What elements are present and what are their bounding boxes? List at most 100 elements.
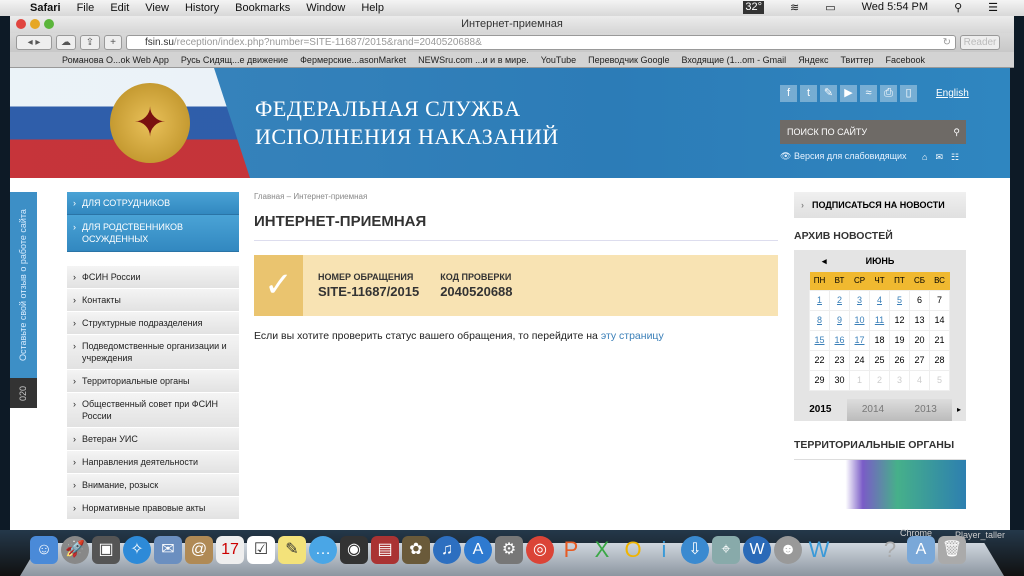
status-page-link[interactable]: эту страницу bbox=[601, 330, 664, 342]
home-icon[interactable]: ⌂ bbox=[922, 152, 927, 163]
calendar-day[interactable]: 4 bbox=[869, 289, 890, 311]
low-vision-link[interactable]: 👁 Версия для слабовидящих bbox=[780, 151, 907, 162]
youtube-icon[interactable]: ▶ bbox=[840, 85, 857, 102]
chrome-icon[interactable]: ◎ bbox=[526, 536, 554, 564]
address-bar[interactable]: fsin.su/reception/index.php?number=SITE-… bbox=[126, 35, 956, 50]
livejournal-icon[interactable]: ✎ bbox=[820, 85, 837, 102]
finder-icon[interactable]: ☺ bbox=[30, 536, 58, 564]
russia-map-image[interactable] bbox=[794, 458, 966, 509]
nav-item[interactable]: Структурные подразделения bbox=[67, 312, 239, 335]
menu-window[interactable]: Window bbox=[306, 2, 345, 14]
year-tab-2015[interactable]: 2015 bbox=[794, 398, 847, 421]
next-years-icon[interactable]: ▸ bbox=[952, 399, 966, 421]
calendar-day[interactable]: 15 bbox=[809, 329, 830, 351]
applications-folder-icon[interactable]: A bbox=[907, 536, 935, 564]
calendar-day[interactable]: 8 bbox=[809, 309, 830, 331]
year-tab-2014[interactable]: 2014 bbox=[846, 398, 900, 421]
sitemap-icon[interactable]: ☷ bbox=[951, 152, 959, 163]
android-file-transfer-icon[interactable]: ▣ bbox=[92, 536, 120, 564]
contacts-icon[interactable]: @ bbox=[185, 536, 213, 564]
clock[interactable]: Wed 5:54 PM bbox=[862, 1, 928, 14]
menu-safari[interactable]: Safari bbox=[30, 2, 61, 14]
bookmark[interactable]: Входящие (1...om - Gmail bbox=[682, 55, 787, 65]
alien-app-icon[interactable]: ☻ bbox=[774, 536, 802, 564]
bookmark[interactable]: Твиттер bbox=[840, 55, 873, 65]
share-icon[interactable]: ⇪ bbox=[80, 35, 100, 50]
notifications-icon[interactable]: ☰ bbox=[988, 1, 998, 14]
bookmark[interactable]: Яндекс bbox=[798, 55, 828, 65]
menu-edit[interactable]: Edit bbox=[110, 2, 129, 14]
calendar-day[interactable]: 1 bbox=[809, 289, 830, 311]
zoom-button[interactable] bbox=[44, 19, 54, 29]
bookmark[interactable]: Романова О...ok Web App bbox=[62, 55, 169, 65]
excel-icon[interactable]: X bbox=[588, 536, 616, 564]
fsin-emblem-logo[interactable]: ✦ bbox=[110, 83, 190, 163]
powerpoint-icon[interactable]: P bbox=[557, 536, 585, 564]
calendar-day[interactable]: 17 bbox=[849, 329, 870, 351]
facetime-icon[interactable]: ◉ bbox=[340, 536, 368, 564]
iphoto-icon[interactable]: ✿ bbox=[402, 536, 430, 564]
new-tab-icon[interactable]: + bbox=[104, 35, 122, 50]
bookmark[interactable]: YouTube bbox=[541, 55, 576, 65]
system-preferences-icon[interactable]: ⚙ bbox=[495, 536, 523, 564]
english-link[interactable]: English bbox=[936, 88, 969, 99]
breadcrumb[interactable]: Главная – Интернет-приемная bbox=[254, 192, 778, 201]
feedback-tab[interactable]: Оставьте свой отзыв о работе сайта bbox=[10, 192, 37, 378]
print-icon[interactable]: ⎙ bbox=[880, 85, 897, 102]
nav-relatives[interactable]: ДЛЯ РОДСТВЕННИКОВ ОСУЖДЕННЫХ bbox=[67, 215, 239, 252]
reload-icon[interactable]: ↻ bbox=[943, 36, 951, 49]
bookmark[interactable]: NEWSru.com ...и и в мире. bbox=[418, 55, 529, 65]
site-title[interactable]: ФЕДЕРАЛЬНАЯ СЛУЖБА ИСПОЛНЕНИЯ НАКАЗАНИЙ bbox=[255, 95, 559, 151]
nav-item[interactable]: Территориальные органы bbox=[67, 370, 239, 393]
word-icon[interactable]: W bbox=[805, 536, 833, 564]
calendar-day[interactable]: 11 bbox=[869, 309, 890, 331]
calendar-day[interactable]: 10 bbox=[849, 309, 870, 331]
menu-view[interactable]: View bbox=[145, 2, 169, 14]
nav-employees[interactable]: ДЛЯ СОТРУДНИКОВ bbox=[67, 192, 239, 215]
messages-icon[interactable]: … bbox=[309, 536, 337, 564]
mobile-icon[interactable]: ▯ bbox=[900, 85, 917, 102]
subscribe-news-button[interactable]: ПОДПИСАТЬСЯ НА НОВОСТИ bbox=[794, 192, 966, 218]
photo-booth-icon[interactable]: ▤ bbox=[371, 536, 399, 564]
wordpress-icon[interactable]: W bbox=[743, 536, 771, 564]
nav-item[interactable]: ФСИН России bbox=[67, 266, 239, 289]
nav-item[interactable]: Подведомственные организации и учреждени… bbox=[67, 335, 239, 370]
minimize-button[interactable] bbox=[30, 19, 40, 29]
site-search-input[interactable]: ПОИСК ПО САЙТУ ⚲ bbox=[780, 120, 966, 144]
nav-item[interactable]: Ветеран УИС bbox=[67, 428, 239, 451]
bookmark[interactable]: Переводчик Google bbox=[588, 55, 669, 65]
nav-item[interactable]: Внимание, розыск bbox=[67, 474, 239, 497]
bookmark[interactable]: Русь Сидящ...е движение bbox=[181, 55, 288, 65]
back-forward-button[interactable]: ◂ ▸ bbox=[16, 35, 52, 50]
network-icon[interactable]: ⌖ bbox=[712, 536, 740, 564]
temperature-status[interactable]: 32° bbox=[743, 1, 764, 14]
calendar-icon[interactable]: 17 bbox=[216, 536, 244, 564]
bookmark[interactable]: Фермерские...asonMarket bbox=[300, 55, 406, 65]
rss-icon[interactable]: ≈ bbox=[860, 85, 877, 102]
menu-bookmarks[interactable]: Bookmarks bbox=[235, 2, 290, 14]
nav-item[interactable]: Нормативные правовые акты bbox=[67, 497, 239, 520]
bookmark[interactable]: Facebook bbox=[886, 55, 926, 65]
battery-icon[interactable]: ▭ bbox=[825, 1, 835, 14]
menu-history[interactable]: History bbox=[185, 2, 219, 14]
reader-button[interactable]: Reader bbox=[960, 35, 1000, 50]
calendar-day[interactable]: 5 bbox=[889, 289, 910, 311]
launchpad-icon[interactable]: 🚀 bbox=[61, 536, 89, 564]
itunes-icon[interactable]: ♫ bbox=[433, 536, 461, 564]
unknown-app-icon[interactable]: ? bbox=[876, 536, 904, 564]
messenger-icon[interactable]: i bbox=[650, 536, 678, 564]
year-tab-2013[interactable]: 2013 bbox=[899, 398, 953, 421]
nav-item[interactable]: Контакты bbox=[67, 289, 239, 312]
calendar-day[interactable]: 16 bbox=[829, 329, 850, 351]
safari-icon[interactable]: ✧ bbox=[123, 536, 151, 564]
calendar-day[interactable]: 3 bbox=[849, 289, 870, 311]
menu-help[interactable]: Help bbox=[361, 2, 384, 14]
trash-icon[interactable]: 🗑 bbox=[938, 536, 966, 564]
close-button[interactable] bbox=[16, 19, 26, 29]
downloads-icon[interactable]: ⇩ bbox=[681, 536, 709, 564]
app-store-icon[interactable]: A bbox=[464, 536, 492, 564]
spotlight-icon[interactable]: ⚲ bbox=[954, 1, 962, 14]
notes-icon[interactable]: ✎ bbox=[278, 536, 306, 564]
wifi-icon[interactable]: ≋ bbox=[790, 1, 799, 14]
mail-app-icon[interactable]: ✉ bbox=[154, 536, 182, 564]
